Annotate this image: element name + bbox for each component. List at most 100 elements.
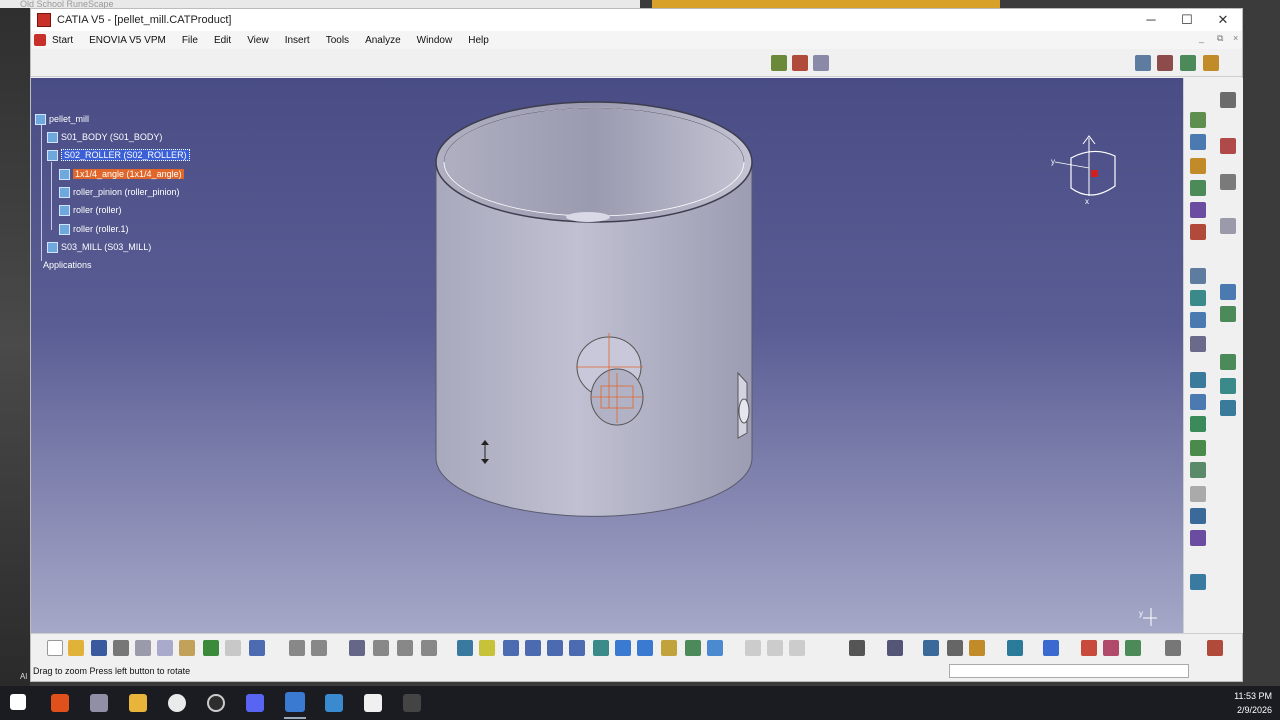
menu-help[interactable]: Help (468, 35, 489, 46)
new-part-icon[interactable] (1190, 158, 1206, 174)
reuse-pattern-icon[interactable] (1190, 530, 1206, 546)
flexible-icon[interactable] (1190, 508, 1206, 524)
assembly-icon[interactable] (792, 55, 808, 71)
menu-insert[interactable]: Insert (285, 35, 310, 46)
scene-icon[interactable] (1220, 306, 1236, 322)
paste-icon[interactable] (179, 640, 195, 656)
comment-icon[interactable] (311, 640, 327, 656)
minimize-button[interactable]: ─ (1133, 9, 1169, 31)
knowledge-icon[interactable] (421, 640, 437, 656)
grid-icon[interactable] (1165, 640, 1181, 656)
fix-icon[interactable] (1190, 462, 1206, 478)
angle-icon[interactable] (1190, 440, 1206, 456)
snap-icon[interactable] (1157, 55, 1173, 71)
gear-icon[interactable] (1220, 92, 1236, 108)
command-input[interactable] (949, 664, 1189, 678)
catalog-browser-icon[interactable] (397, 640, 413, 656)
view-icon[interactable] (1220, 284, 1236, 300)
graph-tree-icon[interactable] (1190, 224, 1206, 240)
help-icon[interactable] (249, 640, 265, 656)
clash-icon[interactable] (1220, 400, 1236, 416)
annotation-icon[interactable] (1220, 218, 1236, 234)
tree-item-s01-body[interactable]: S01_BODY (S01_BODY) (47, 130, 162, 144)
file-explorer-icon[interactable] (129, 694, 147, 712)
tree-item-s02-roller[interactable]: S02_ROLLER (S02_ROLLER) (47, 148, 190, 162)
fit-all-icon[interactable] (479, 640, 495, 656)
mdi-restore-button[interactable]: ⧉ (1217, 33, 1223, 44)
measure-icon[interactable] (1220, 174, 1236, 190)
catia-taskbar-icon[interactable] (285, 692, 305, 712)
explode-icon[interactable] (1203, 55, 1219, 71)
discord-icon[interactable] (246, 694, 264, 712)
measure-item-icon[interactable] (947, 640, 963, 656)
tree-item-roller[interactable]: roller (roller) (59, 203, 122, 217)
menu-file[interactable]: File (182, 35, 198, 46)
close-button[interactable]: ✕ (1205, 9, 1241, 31)
menu-view[interactable]: View (247, 35, 269, 46)
steam-icon[interactable] (403, 694, 421, 712)
rotate-icon[interactable] (525, 640, 541, 656)
text-icon[interactable] (1190, 268, 1206, 284)
product-structure-icon[interactable] (771, 55, 787, 71)
pellet-mill-model[interactable] (435, 101, 753, 517)
save-icon[interactable] (91, 640, 107, 656)
offset-icon[interactable] (1190, 416, 1206, 432)
measure-between-icon[interactable] (923, 640, 939, 656)
coincidence-icon[interactable] (1190, 372, 1206, 388)
windows-start-icon[interactable] (10, 694, 26, 710)
iso-view-icon[interactable] (637, 640, 653, 656)
menu-enovia[interactable]: ENOVIA V5 VPM (89, 35, 166, 46)
fly-mode-icon[interactable] (457, 640, 473, 656)
new-icon[interactable] (47, 640, 63, 656)
calculator-icon[interactable] (325, 694, 343, 712)
brave-browser-icon[interactable] (51, 694, 69, 712)
system-tray-clock[interactable]: 11:53 PM 2/9/2026 (1234, 689, 1272, 717)
print-icon[interactable] (113, 640, 129, 656)
new-component-icon[interactable] (1190, 112, 1206, 128)
view-mode-icon[interactable] (1125, 640, 1141, 656)
model-canvas[interactable]: y x y (31, 78, 1183, 633)
measure-inertia-icon[interactable] (969, 640, 985, 656)
capture-icon[interactable] (887, 640, 903, 656)
scene-view-icon[interactable] (1043, 640, 1059, 656)
copy-icon[interactable] (157, 640, 173, 656)
shading-icon[interactable] (661, 640, 677, 656)
tree-root[interactable]: pellet_mill (35, 112, 89, 126)
compass[interactable]: y x (1051, 135, 1116, 206)
swap-visible-space-icon[interactable] (707, 640, 723, 656)
undo-icon[interactable] (203, 640, 219, 656)
tree-item-roller-pinion[interactable]: roller_pinion (roller_pinion) (59, 185, 180, 199)
fix-together-icon[interactable] (1190, 486, 1206, 502)
open-icon[interactable] (68, 640, 84, 656)
tree-item-roller-1[interactable]: roller (roller.1) (59, 222, 129, 236)
zoom-out-icon[interactable] (569, 640, 585, 656)
normal-view-icon[interactable] (593, 640, 609, 656)
contact-icon[interactable] (1190, 394, 1206, 410)
bom-icon[interactable] (1190, 312, 1206, 328)
create-multiview-icon[interactable] (615, 640, 631, 656)
explode-view-icon[interactable] (1220, 354, 1236, 370)
reorder-icon[interactable] (1190, 336, 1206, 352)
app-icon[interactable] (364, 694, 382, 712)
cut-icon[interactable] (135, 640, 151, 656)
tree-item-angle[interactable]: 1x1/4_angle (1x1/4_angle) (59, 167, 184, 181)
zoom-in-icon[interactable] (547, 640, 563, 656)
mdi-close-button[interactable]: × (1233, 33, 1238, 43)
replace-icon[interactable] (1190, 202, 1206, 218)
obs-icon[interactable] (168, 694, 186, 712)
tree-applications[interactable]: Applications (43, 258, 92, 272)
material-icon[interactable] (1081, 640, 1097, 656)
constraint-icon[interactable] (1135, 55, 1151, 71)
table-icon[interactable] (349, 640, 365, 656)
camera-icon[interactable] (849, 640, 865, 656)
sectioning-icon[interactable] (1220, 378, 1236, 394)
existing-component-icon[interactable] (1190, 180, 1206, 196)
formula-icon[interactable] (289, 640, 305, 656)
tree-item-s03-mill[interactable]: S03_MILL (S03_MILL) (47, 240, 151, 254)
3d-viewport[interactable]: y x y pellet_mill S01_BODY (S01_BODY) S0… (31, 78, 1183, 633)
redo-icon[interactable] (225, 640, 241, 656)
parameters-icon[interactable] (373, 640, 389, 656)
tool-app-icon[interactable] (90, 694, 108, 712)
menu-tools[interactable]: Tools (326, 35, 349, 46)
chrome-icon[interactable] (207, 694, 225, 712)
